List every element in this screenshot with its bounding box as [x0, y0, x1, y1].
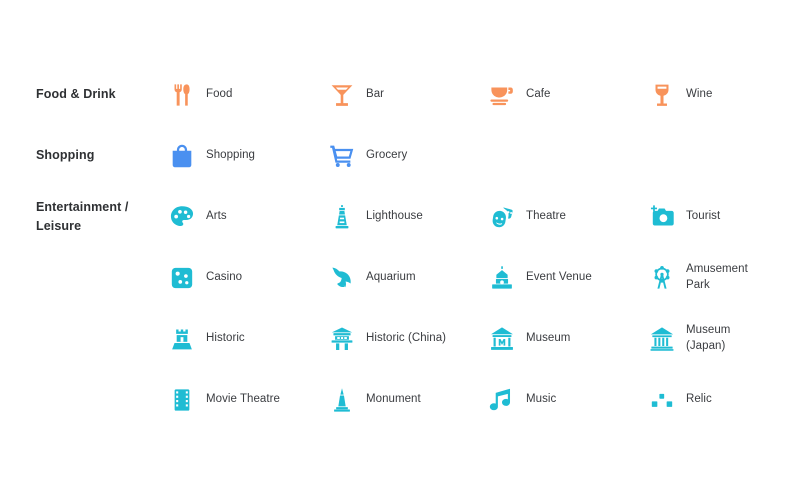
dice-icon	[166, 262, 198, 294]
dolphin-icon	[326, 262, 358, 294]
palette-icon	[166, 201, 198, 233]
wine-icon	[646, 79, 678, 111]
map-legend-sheet: Food & Drink Food Bar Cafe Wine Shopping Shopp…	[0, 0, 800, 500]
legend-item[interactable]: Bar	[326, 64, 481, 125]
castle-tower-icon	[166, 323, 198, 355]
legend-item[interactable]: Historic	[166, 308, 321, 369]
legend-item[interactable]: Museum (Japan)	[646, 308, 796, 369]
category-label: Entertainment / Leisure	[36, 199, 129, 233]
legend-item[interactable]: Wine	[646, 64, 796, 125]
pagoda-gate-icon	[326, 323, 358, 355]
legend-item[interactable]: Tourist	[646, 186, 796, 247]
legend-item-label: Tourist	[686, 209, 721, 222]
legend-row: Entertainment / Leisure Arts Lighthouse The…	[0, 186, 800, 247]
legend-item-label: Lighthouse	[366, 209, 423, 222]
legend-item-label: Monument	[366, 392, 421, 405]
music-note-icon	[486, 384, 518, 416]
legend-row: Casino Aquarium Event Venue Amusement Park	[0, 247, 800, 308]
category-label: Shopping	[36, 148, 95, 163]
relic-icon	[646, 384, 678, 416]
legend-item[interactable]: Arts	[166, 186, 321, 247]
food-icon	[166, 79, 198, 111]
event-venue-icon	[486, 262, 518, 294]
lighthouse-icon	[326, 201, 358, 233]
museum-japan-icon	[646, 323, 678, 355]
legend-item[interactable]: Historic (China)	[326, 308, 481, 369]
legend-item-label: Historic	[206, 331, 245, 344]
legend-row: Shopping Shopping Grocery	[0, 125, 800, 186]
legend-item-label: Museum	[526, 331, 571, 344]
legend-item[interactable]: Amusement Park	[646, 247, 796, 308]
shopping-cart-icon	[326, 140, 358, 172]
legend-item-label: Grocery	[366, 148, 408, 161]
legend-item[interactable]: Shopping	[166, 125, 321, 186]
ferris-wheel-icon	[646, 262, 678, 294]
monument-icon	[326, 384, 358, 416]
legend-item-label: Movie Theatre	[206, 392, 280, 405]
legend-item-label: Casino	[206, 270, 243, 283]
legend-item-label: Music	[526, 392, 557, 405]
camera-icon	[646, 201, 678, 233]
theatre-masks-icon	[486, 201, 518, 233]
legend-item[interactable]: Grocery	[326, 125, 481, 186]
legend-item[interactable]: Casino	[166, 247, 321, 308]
legend-item[interactable]: Movie Theatre	[166, 369, 321, 430]
legend-item-label: Shopping	[206, 148, 255, 161]
shopping-bag-icon	[166, 140, 198, 172]
legend-item[interactable]: Cafe	[486, 64, 641, 125]
category-label	[36, 247, 166, 308]
legend-item-label: Amusement Park	[686, 262, 748, 291]
legend-item-label: Food	[206, 87, 233, 100]
legend-item[interactable]: Event Venue	[486, 247, 641, 308]
legend-item[interactable]: Museum	[486, 308, 641, 369]
legend-row: Historic Historic (China) Museum Museum (Ja…	[0, 308, 800, 369]
legend-item-label: Museum (Japan)	[686, 323, 731, 352]
legend-row: Food & Drink Food Bar Cafe Wine	[0, 64, 800, 125]
legend-item[interactable]: Music	[486, 369, 641, 430]
legend-item-label: Cafe	[526, 87, 551, 100]
museum-icon	[486, 323, 518, 355]
category-label	[36, 369, 166, 430]
legend-item-label: Arts	[206, 209, 227, 222]
legend-item[interactable]: Food	[166, 64, 321, 125]
legend-item-label: Theatre	[526, 209, 566, 222]
film-strip-icon	[166, 384, 198, 416]
legend-item[interactable]: Relic	[646, 369, 796, 430]
bar-icon	[326, 79, 358, 111]
legend-item-label: Wine	[686, 87, 713, 100]
legend-row: Movie Theatre Monument Music Relic	[0, 369, 800, 430]
legend-item[interactable]: Theatre	[486, 186, 641, 247]
legend-item-label: Bar	[366, 87, 385, 100]
category-label: Food & Drink	[36, 87, 116, 102]
legend-item-label: Aquarium	[366, 270, 416, 283]
legend-item[interactable]: Monument	[326, 369, 481, 430]
legend-item[interactable]: Lighthouse	[326, 186, 481, 247]
category-label	[36, 308, 166, 369]
legend-item-label: Relic	[686, 392, 712, 405]
legend-item-label: Historic (China)	[366, 331, 447, 344]
legend-item[interactable]: Aquarium	[326, 247, 481, 308]
cafe-icon	[486, 79, 518, 111]
legend-item-label: Event Venue	[526, 270, 592, 283]
